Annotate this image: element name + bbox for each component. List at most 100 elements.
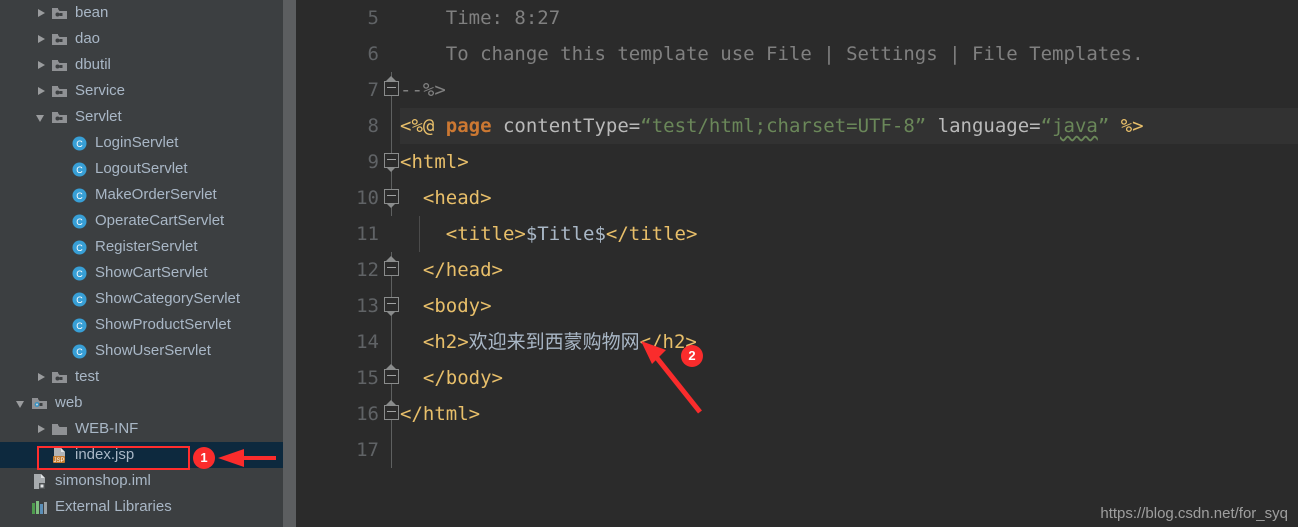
sidebar-scrollbar[interactable] xyxy=(283,0,296,527)
java-class-icon: C xyxy=(70,130,90,156)
code-line[interactable]: 10 <head> xyxy=(297,180,1298,216)
code-line[interactable]: 12 </head> xyxy=(297,252,1298,288)
fold-gutter[interactable] xyxy=(383,180,400,216)
tree-item-label: ShowCategoryServlet xyxy=(95,290,241,307)
code-text[interactable]: </body> xyxy=(400,360,1298,396)
code-text[interactable]: <body> xyxy=(400,288,1298,324)
tree-item-web-inf[interactable]: WEB-INF xyxy=(0,416,297,442)
code-line[interactable]: 7 --%> xyxy=(297,72,1298,108)
fold-toggle-icon[interactable] xyxy=(384,189,399,208)
fold-toggle-icon[interactable] xyxy=(384,364,399,384)
fold-gutter[interactable] xyxy=(383,72,400,108)
chevron-right-icon[interactable] xyxy=(34,364,50,390)
tree-item-service[interactable]: Service xyxy=(0,78,297,104)
tree-item-makeorderservlet[interactable]: C MakeOrderServlet xyxy=(0,182,297,208)
fold-toggle-icon[interactable] xyxy=(384,297,399,316)
tree-item-label: bean xyxy=(75,4,109,21)
fold-toggle-icon[interactable] xyxy=(384,76,399,96)
fold-gutter[interactable] xyxy=(383,432,400,468)
tree-item-external-libraries[interactable]: External Libraries xyxy=(0,494,297,520)
tree-item-dao[interactable]: dao xyxy=(0,26,297,52)
code-token: “ xyxy=(1040,115,1053,137)
code-line[interactable]: 17 xyxy=(297,432,1298,468)
code-text[interactable] xyxy=(400,432,1298,468)
fold-toggle-icon[interactable] xyxy=(384,400,399,420)
code-text[interactable]: <title>$Title$</title> xyxy=(400,216,1298,252)
code-text[interactable]: --%> xyxy=(400,72,1298,108)
code-text[interactable]: <html> xyxy=(400,144,1298,180)
tree-item-loginservlet[interactable]: C LoginServlet xyxy=(0,130,297,156)
fold-gutter[interactable] xyxy=(383,144,400,180)
tree-item-showproductservlet[interactable]: C ShowProductServlet xyxy=(0,312,297,338)
code-tokens: <body> xyxy=(400,288,492,324)
chevron-down-icon[interactable] xyxy=(34,104,50,130)
sidebar-scrollbar-thumb[interactable] xyxy=(283,0,296,527)
fold-gutter[interactable] xyxy=(383,36,400,72)
tree-item-logoutservlet[interactable]: C LogoutServlet xyxy=(0,156,297,182)
tree-item-registerservlet[interactable]: C RegisterServlet xyxy=(0,234,297,260)
tree-item-test[interactable]: test xyxy=(0,364,297,390)
code-line[interactable]: 9 <html> xyxy=(297,144,1298,180)
tree-item-web[interactable]: web xyxy=(0,390,297,416)
fold-gutter[interactable] xyxy=(383,324,400,360)
code-text[interactable]: </head> xyxy=(400,252,1298,288)
tree-item-bean[interactable]: bean xyxy=(0,0,297,26)
tree-item-index-jsp[interactable]: JSP index.jsp xyxy=(0,442,297,468)
code-line[interactable]: 16 </html> xyxy=(297,396,1298,432)
fold-gutter[interactable] xyxy=(383,108,400,144)
tree-item-label: ShowCartServlet xyxy=(95,264,208,281)
java-class-icon: C xyxy=(70,234,90,260)
chevron-right-icon[interactable] xyxy=(34,0,50,26)
code-text[interactable]: Time: 8:27 xyxy=(400,0,1298,36)
code-text[interactable]: <%@ page contentType=“test/html;charset=… xyxy=(400,108,1298,144)
chevron-right-icon[interactable] xyxy=(34,52,50,78)
code-line[interactable]: 15 </body> xyxy=(297,360,1298,396)
fold-toggle-icon[interactable] xyxy=(384,153,399,172)
code-area[interactable]: 5 Time: 8:27 6 To change this template us… xyxy=(297,0,1298,468)
project-tree-panel[interactable]: bean dao dbutil Service Servlet C LoginServlet… xyxy=(0,0,297,527)
tree-item-showcartservlet[interactable]: C ShowCartServlet xyxy=(0,260,297,286)
code-editor[interactable]: 5 Time: 8:27 6 To change this template us… xyxy=(297,0,1298,527)
chevron-right-icon[interactable] xyxy=(34,416,50,442)
fold-gutter[interactable] xyxy=(383,216,400,252)
code-line[interactable]: 8 <%@ page contentType=“test/html;charset… xyxy=(297,108,1298,144)
line-number: 16 xyxy=(356,403,379,425)
code-text[interactable]: <head> xyxy=(400,180,1298,216)
tree-item-dbutil[interactable]: dbutil xyxy=(0,52,297,78)
code-text[interactable]: <h2>欢迎来到西蒙购物网</h2> xyxy=(400,324,1298,360)
tree-item-operatecartservlet[interactable]: C OperateCartServlet xyxy=(0,208,297,234)
fold-gutter[interactable] xyxy=(383,360,400,396)
fold-toggle-icon[interactable] xyxy=(384,256,399,276)
chevron-right-icon[interactable] xyxy=(34,26,50,52)
code-text[interactable]: </html> xyxy=(400,396,1298,432)
external-libraries-icon xyxy=(30,494,50,520)
code-tokens: </body> xyxy=(400,360,503,396)
tree-item-showuserservlet[interactable]: C ShowUserServlet xyxy=(0,338,297,364)
annotation-badge-1: 1 xyxy=(193,447,215,469)
code-line[interactable]: 14 <h2>欢迎来到西蒙购物网</h2> xyxy=(297,324,1298,360)
code-text[interactable]: To change this template use File | Setti… xyxy=(400,36,1298,72)
tree-item-showcategoryservlet[interactable]: C ShowCategoryServlet xyxy=(0,286,297,312)
project-tree[interactable]: bean dao dbutil Service Servlet C LoginServlet… xyxy=(0,0,297,520)
chevron-right-icon[interactable] xyxy=(34,78,50,104)
tree-item-simonshop-iml[interactable]: simonshop.iml xyxy=(0,468,297,494)
tree-item-label: OperateCartServlet xyxy=(95,212,225,229)
code-line[interactable]: 13 <body> xyxy=(297,288,1298,324)
code-token: <body> xyxy=(400,295,492,317)
java-class-icon: C xyxy=(70,338,90,364)
fold-gutter[interactable] xyxy=(383,0,400,36)
code-line[interactable]: 11 <title>$Title$</title> xyxy=(297,216,1298,252)
code-token: </head> xyxy=(400,259,503,281)
fold-gutter[interactable] xyxy=(383,396,400,432)
code-line[interactable]: 6 To change this template use File | Set… xyxy=(297,36,1298,72)
chevron-down-icon[interactable] xyxy=(14,390,30,416)
code-line[interactable]: 5 Time: 8:27 xyxy=(297,0,1298,36)
tree-item-servlet[interactable]: Servlet xyxy=(0,104,297,130)
fold-gutter[interactable] xyxy=(383,288,400,324)
code-token: </body> xyxy=(400,367,503,389)
code-token: Time: 8:27 xyxy=(400,7,561,29)
fold-gutter[interactable] xyxy=(383,252,400,288)
